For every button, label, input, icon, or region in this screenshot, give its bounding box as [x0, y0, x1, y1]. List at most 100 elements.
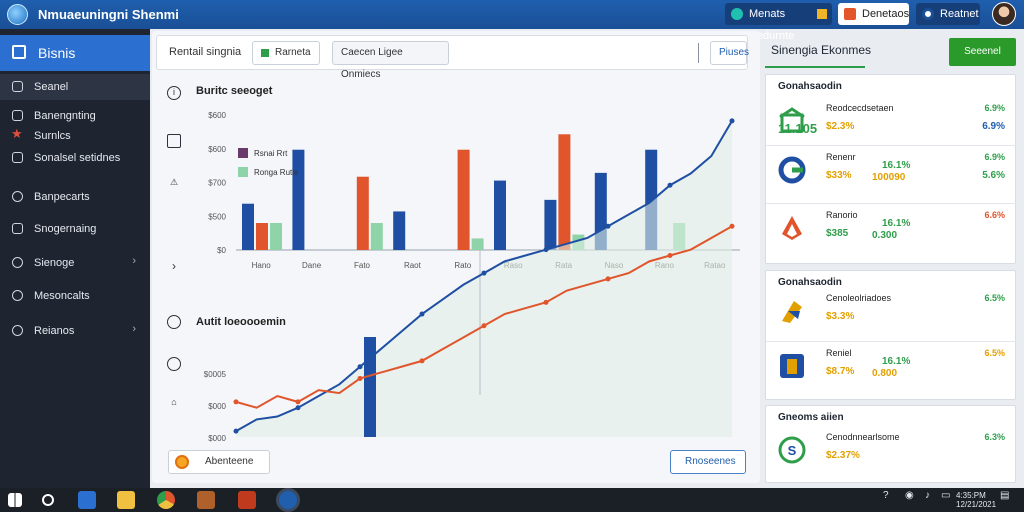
data-point — [543, 299, 549, 305]
toolbar-divider — [698, 43, 699, 63]
clock-date[interactable]: 12/21/2021 — [956, 501, 996, 509]
toolbar: Rentail singnia Rarneta Caecen Ligee Onm… — [156, 35, 749, 80]
header-chip-1[interactable]: Menats Redurnte — [725, 3, 832, 42]
row-change: 6.3% — [984, 432, 1005, 442]
sidebar-item-4[interactable]: Sonalsel setidnes — [0, 145, 150, 171]
toolbar-title: Rentail singnia — [169, 46, 242, 58]
sidebar-item-label: Sonalsel setidnes — [34, 152, 121, 164]
y-tick-label: $600 — [208, 145, 226, 154]
sidebar-item-label: Seanel — [34, 81, 69, 93]
clock-time[interactable]: 4:35:PM — [956, 492, 986, 500]
bar — [292, 149, 305, 250]
data-point — [667, 253, 673, 259]
data-point — [233, 399, 239, 405]
row-mid: 16.1% — [882, 160, 911, 171]
y-tick-label: $0 — [217, 246, 226, 255]
bar — [356, 176, 369, 250]
toolbar-button-2[interactable]: Caecen Ligee Onmiecs — [332, 41, 449, 80]
dashboard-chart: $0 $500 $700 $600 $600 Rsnai Rrt Ronga Rutie Ha… — [204, 111, 740, 443]
bar — [242, 203, 254, 250]
bar — [393, 211, 406, 250]
right-panel-title: Sinengia Ekonmes — [771, 43, 872, 57]
legend-swatch — [238, 148, 248, 158]
bottom-left-button-label: Abenteene — [205, 456, 254, 467]
sidebar-item-label: Mesoncalts — [34, 290, 90, 302]
x-tick-label: Raot — [404, 261, 422, 270]
row-name: Reniel — [826, 348, 852, 358]
start-icon[interactable] — [8, 493, 22, 507]
header-chip-2[interactable]: Denetaos — [838, 3, 909, 25]
bar — [471, 238, 484, 250]
sidebar-item-9[interactable]: Reianos › — [0, 318, 150, 344]
app-icon[interactable] — [197, 491, 215, 509]
folder-icon[interactable] — [117, 491, 135, 509]
sidebar-item-label: Sienoge — [34, 257, 75, 269]
row-change: 6.5% — [984, 348, 1005, 358]
chart-icon — [12, 257, 23, 268]
list-item[interactable]: Renenr $33% 16.1% 100090 6.9% 5.6% — [766, 145, 1017, 201]
clock-icon — [12, 191, 23, 202]
data-point — [543, 247, 549, 253]
bottom-left-button[interactable]: Abenteene — [168, 450, 270, 474]
avatar[interactable] — [992, 2, 1016, 26]
list-item[interactable]: Ranorio $385 16.1% 0.300 6.6% — [766, 203, 1017, 259]
list-icon — [12, 81, 23, 92]
data-point — [295, 405, 301, 411]
x-tick-label: Dane — [302, 261, 322, 270]
legend-label: Rsnai Rrt — [254, 149, 288, 158]
sidebar-item-label: Banengnting — [34, 110, 96, 122]
sidebar-item-5[interactable]: Banpecarts — [0, 184, 150, 210]
notification-icon[interactable]: ▤ — [1000, 491, 1009, 501]
row-big: 0.800 — [872, 368, 898, 379]
bar — [558, 134, 571, 250]
sidebar-item-6[interactable]: Snogernaing — [0, 216, 150, 242]
office-icon[interactable] — [238, 491, 256, 509]
user-ring-icon — [922, 8, 934, 20]
data-point — [667, 182, 673, 188]
info-icon — [12, 290, 23, 301]
task-view-icon[interactable] — [78, 491, 96, 509]
search-icon[interactable] — [42, 494, 54, 506]
teal-dot-icon — [731, 8, 743, 20]
help-icon[interactable]: ? — [883, 491, 889, 501]
row-value: $33% — [826, 170, 852, 181]
row-value: $3.3% — [826, 311, 855, 322]
sidebar-item-8[interactable]: Mesoncalts — [0, 283, 150, 309]
sidebar-item-1[interactable]: Seanel — [0, 74, 150, 100]
data-point — [357, 364, 363, 370]
volume-icon[interactable]: ♪ — [925, 491, 930, 501]
x-tick-label: Fato — [354, 261, 371, 270]
y-tick-label: $500 — [208, 212, 226, 221]
svg-text:S: S — [788, 443, 797, 458]
row-change-2: 5.6% — [982, 170, 1005, 181]
data-point — [481, 323, 487, 329]
data-point — [605, 276, 611, 282]
list-item[interactable]: Cenoleolriadoes $3.3% 6.5% — [766, 287, 1017, 343]
sidebar-header[interactable]: Bisnis — [0, 35, 150, 71]
right-panel-button[interactable]: Seeenel — [949, 38, 1016, 66]
row-name: Reodcecdsetaen — [826, 103, 894, 113]
app-title: Nmuaeuningni Shenmi — [38, 7, 179, 22]
list-item[interactable]: Reniel $8.7% 16.1% 0.800 6.5% — [766, 341, 1017, 397]
right-card-2: Gonahsaodin Cenoleolriadoes $3.3% 6.5% R… — [765, 270, 1017, 400]
right-panel-underline — [765, 66, 865, 68]
chrome-icon[interactable] — [157, 491, 175, 509]
edge-icon[interactable] — [279, 491, 297, 509]
row-value-big: 11.105 — [778, 121, 818, 136]
row-value: $8.7% — [826, 366, 855, 377]
taskbar: ? ◉ ♪ ▭ 4:35:PM 12/21/2021 ▤ — [0, 488, 1024, 512]
reports-icon — [12, 325, 23, 336]
bar — [544, 199, 557, 250]
chevron-right-icon: › — [132, 323, 136, 335]
header-chip-3[interactable]: Reatnet — [916, 3, 980, 25]
row-change: 6.5% — [984, 293, 1005, 303]
sidebar-item-7[interactable]: Sienoge › — [0, 250, 150, 276]
toolbar-button-3[interactable]: Piuses — [710, 41, 749, 65]
battery-icon[interactable]: ▭ — [941, 491, 950, 501]
bottom-right-button[interactable]: Rnoseenes — [670, 450, 746, 474]
network-icon[interactable]: ◉ — [905, 491, 914, 501]
list-item[interactable]: S Cenodnnearlsome $2.37% 6.3% — [766, 426, 1017, 482]
toolbar-button-1[interactable]: Rarneta — [252, 41, 320, 65]
row-name: Cenoleolriadoes — [826, 293, 892, 303]
legend-label: Ronga Rutie — [254, 168, 299, 177]
